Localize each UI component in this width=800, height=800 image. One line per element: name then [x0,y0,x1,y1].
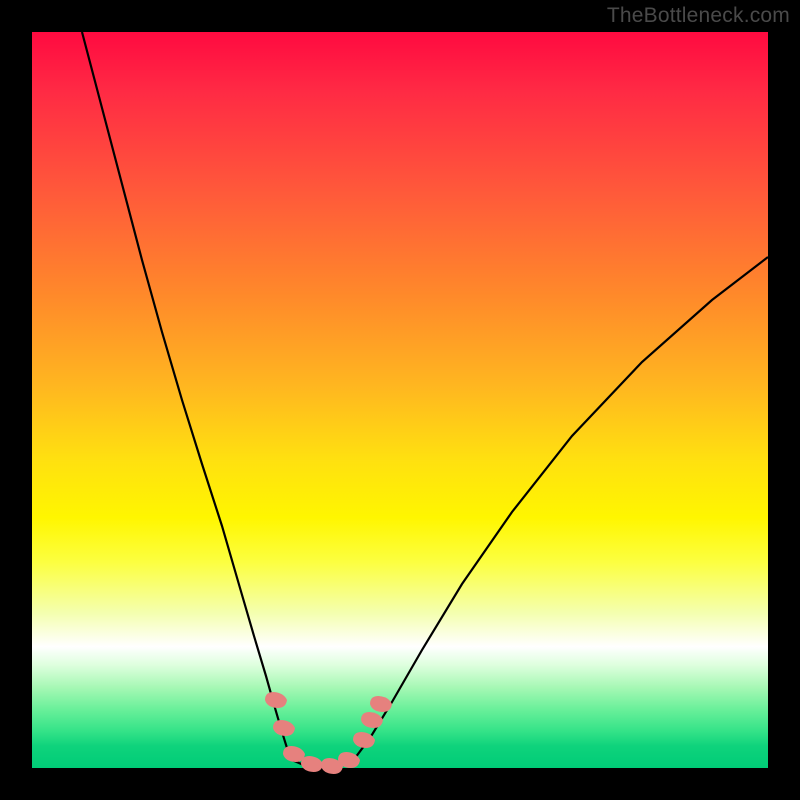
highlight-dot [361,712,383,728]
plot-area [32,32,768,768]
highlight-dot [301,756,323,772]
watermark-text: TheBottleneck.com [607,4,790,28]
highlight-dot [273,720,295,736]
chart-frame: TheBottleneck.com [0,0,800,800]
chart-svg [32,32,768,768]
highlight-dot [370,696,392,712]
highlight-dot [283,746,305,762]
bottleneck-curve [82,32,768,768]
highlight-dot [265,692,287,708]
